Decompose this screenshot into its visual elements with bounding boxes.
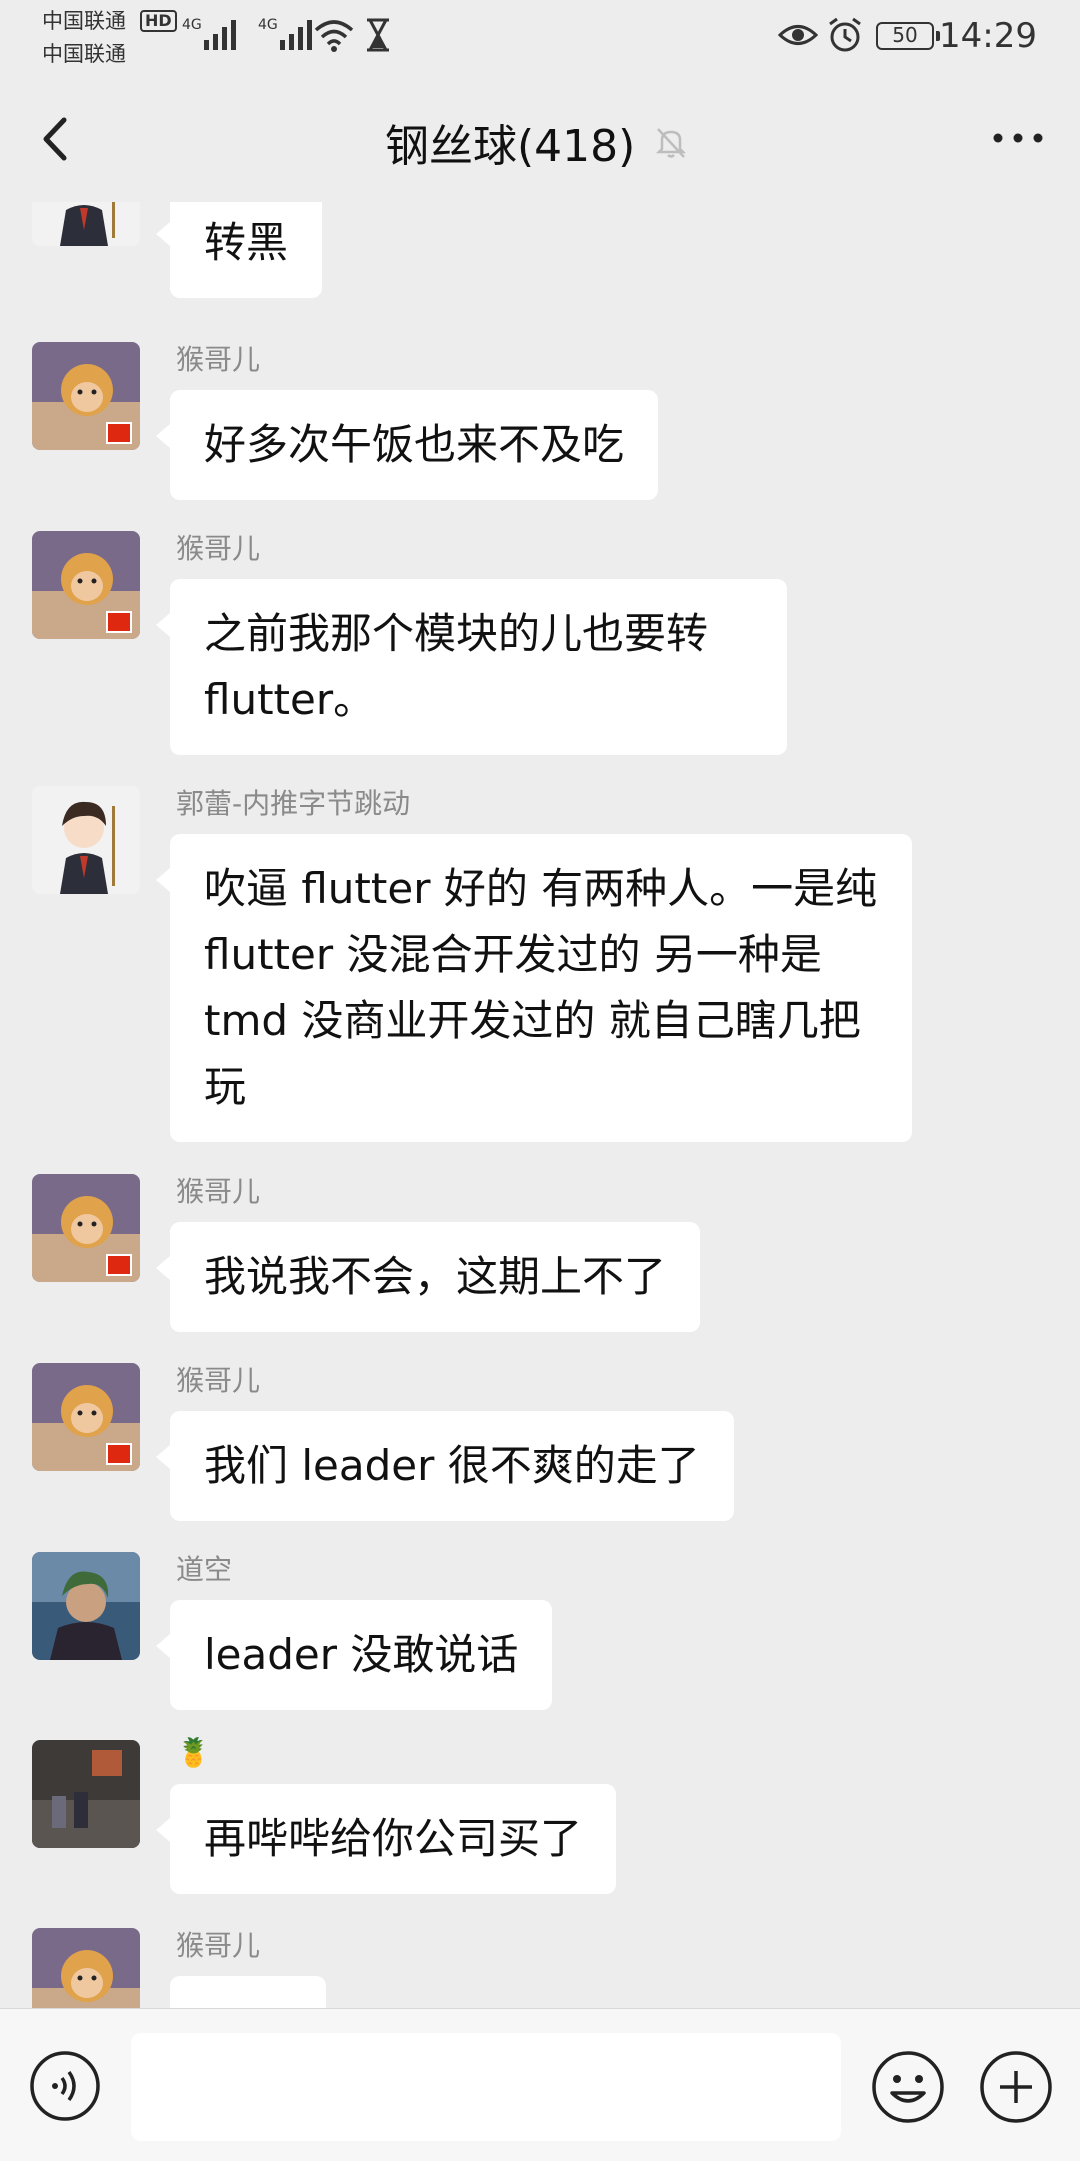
avatar[interactable] bbox=[32, 1740, 140, 1848]
avatar[interactable] bbox=[32, 531, 140, 639]
message-bubble[interactable]: 我说我不会，这期上不了 bbox=[155, 1222, 701, 1332]
mute-bell-icon bbox=[656, 128, 687, 158]
sender-name: 猴哥儿 bbox=[176, 1364, 261, 1397]
monkey-king-avatar-icon bbox=[32, 1928, 140, 2008]
signal-icon: 4G bbox=[182, 17, 236, 50]
network-type-label: 4G bbox=[182, 17, 202, 33]
message-text: 转黑 bbox=[204, 218, 289, 267]
cartoon-boy-avatar-icon bbox=[32, 786, 140, 894]
monkey-king-avatar-icon bbox=[32, 342, 140, 450]
avatar[interactable] bbox=[32, 1552, 140, 1660]
monkey-king-avatar-icon bbox=[32, 1174, 140, 1282]
message-list[interactable]: 转黑 猴哥儿 好多次午饭也来不及吃 猴哥儿 之前我那个模块的儿也要转 flutt… bbox=[0, 202, 1080, 2008]
avatar[interactable] bbox=[32, 342, 140, 450]
message-text: 好多次午饭也来不及吃 bbox=[204, 420, 625, 469]
wifi-icon bbox=[314, 20, 354, 52]
message-text: 我说我不会，这期上不了 bbox=[204, 1252, 667, 1301]
cartoon-boy-avatar-icon bbox=[32, 202, 140, 246]
sender-name: 🍍 bbox=[176, 1736, 211, 1769]
message-text: 之前我那个模块的儿也要转 flutter。 bbox=[204, 609, 709, 724]
message-bubble[interactable]: 我们 leader 很不爽的走了 bbox=[156, 1411, 734, 1521]
message-bubble[interactable]: 之前我那个模块的儿也要转 flutter。 bbox=[156, 579, 787, 755]
message-bubble[interactable]: 再哔哔给你公司买了 bbox=[155, 1784, 617, 1894]
message-text: 再哔哔给你公司买了 bbox=[204, 1814, 583, 1863]
sender-name: 猴哥儿 bbox=[176, 1929, 261, 1962]
alarm-icon bbox=[829, 17, 861, 52]
monkey-king-avatar-icon bbox=[32, 1363, 140, 1471]
sender-name: 猴哥儿 bbox=[176, 1175, 261, 1208]
back-arrow-icon[interactable] bbox=[30, 106, 84, 172]
message-bubble[interactable]: 转黑 bbox=[155, 202, 323, 298]
chat-title-group: 钢丝球(418) bbox=[385, 110, 689, 174]
avatar[interactable] bbox=[32, 1174, 140, 1282]
voice-input-icon[interactable] bbox=[28, 2049, 102, 2123]
plus-icon[interactable] bbox=[978, 2049, 1054, 2125]
message-bubble[interactable] bbox=[170, 1976, 326, 2008]
chat-header: 钢丝球(418) bbox=[0, 76, 1080, 202]
status-bar: 中国联通 中国联通 HD 4G 4G 50 14:29 bbox=[0, 0, 1080, 76]
message-bubble[interactable]: leader 没敢说话 bbox=[155, 1600, 553, 1710]
avatar[interactable] bbox=[32, 1928, 140, 2008]
message-text: 吹逼 flutter 好的 有两种人。一是纯 flutter 没混合开发过的 另… bbox=[204, 864, 878, 1111]
hourglass-icon bbox=[367, 18, 389, 52]
battery-indicator: 50 bbox=[876, 22, 940, 50]
sender-name: 猴哥儿 bbox=[176, 343, 261, 376]
message-bubble[interactable]: 吹逼 flutter 好的 有两种人。一是纯 flutter 没混合开发过的 另… bbox=[156, 834, 912, 1142]
monkey-king-avatar-icon bbox=[32, 531, 140, 639]
message-text: 我们 leader 很不爽的走了 bbox=[204, 1441, 700, 1490]
avatar[interactable] bbox=[32, 786, 140, 894]
sender-name: 猴哥儿 bbox=[176, 532, 261, 565]
more-options-icon[interactable] bbox=[990, 126, 1046, 150]
chat-title: 钢丝球(418) bbox=[385, 121, 636, 172]
message-input[interactable] bbox=[131, 2033, 841, 2141]
input-bar bbox=[0, 2008, 1080, 2161]
sender-name: 郭蕾-内推字节跳动 bbox=[176, 787, 411, 820]
signal-icon: 4G bbox=[258, 17, 312, 50]
carrier-label-2: 中国联通 bbox=[42, 42, 126, 66]
message-text: leader 没敢说话 bbox=[204, 1630, 519, 1679]
anime-character-avatar-icon bbox=[32, 1552, 140, 1660]
emoji-icon[interactable] bbox=[870, 2049, 946, 2125]
clock: 14:29 bbox=[939, 16, 1037, 56]
eye-icon bbox=[778, 25, 818, 45]
avatar[interactable] bbox=[32, 1363, 140, 1471]
sender-name: 道空 bbox=[176, 1553, 233, 1586]
street-photo-avatar-icon bbox=[32, 1740, 140, 1848]
network-type-label: 4G bbox=[258, 17, 278, 33]
hd-badge: HD bbox=[140, 10, 177, 32]
message-bubble[interactable]: 好多次午饭也来不及吃 bbox=[155, 390, 659, 500]
carrier-label-1: 中国联通 bbox=[42, 9, 126, 33]
avatar[interactable] bbox=[32, 202, 140, 246]
